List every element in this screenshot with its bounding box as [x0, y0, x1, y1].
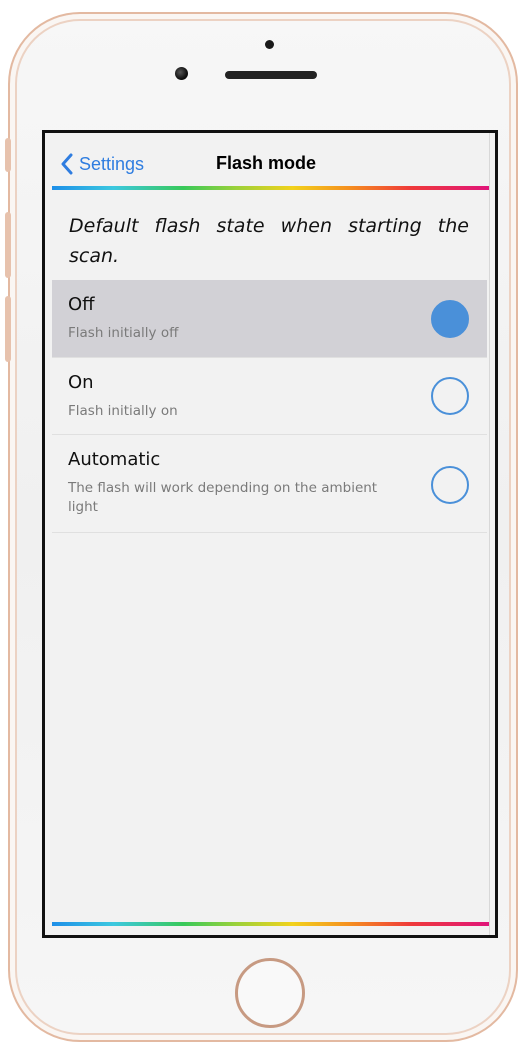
flash-mode-options: Off Flash initially off On Flash initial…: [52, 280, 487, 533]
option-title: Off: [68, 294, 95, 315]
back-button-label: Settings: [79, 153, 145, 174]
page-title: Flash mode: [216, 153, 317, 173]
navigation-bar: Settings Flash mode: [45, 133, 495, 191]
rainbow-divider-top: [52, 186, 489, 190]
option-on[interactable]: On Flash initially on: [52, 358, 487, 435]
side-button-volume-down: [5, 296, 11, 362]
radio-checked-icon[interactable]: [431, 300, 469, 338]
rainbow-divider-bottom: [52, 922, 489, 926]
side-button-mute: [5, 138, 11, 172]
app-screen: Settings Flash mode Default flash state …: [42, 130, 498, 938]
option-off[interactable]: Off Flash initially off: [52, 280, 487, 358]
home-button[interactable]: [235, 958, 305, 1028]
front-camera: [175, 67, 188, 80]
option-description: The flash will work depending on the amb…: [68, 480, 378, 515]
option-title: On: [68, 372, 94, 393]
back-button[interactable]: Settings: [60, 151, 144, 177]
option-description: Flash initially off: [68, 325, 179, 341]
option-automatic[interactable]: Automatic The flash will work depending …: [52, 435, 487, 533]
section-description: Default flash state when starting the sc…: [69, 215, 469, 267]
proximity-sensor: [265, 40, 274, 49]
earpiece-speaker: [225, 71, 317, 79]
option-title: Automatic: [68, 449, 161, 470]
scroll-edge: [489, 133, 490, 935]
chevron-left-icon: [61, 153, 73, 175]
side-button-volume-up: [5, 212, 11, 278]
radio-unchecked-icon[interactable]: [431, 377, 469, 415]
radio-unchecked-icon[interactable]: [431, 466, 469, 504]
option-description: Flash initially on: [68, 403, 178, 419]
